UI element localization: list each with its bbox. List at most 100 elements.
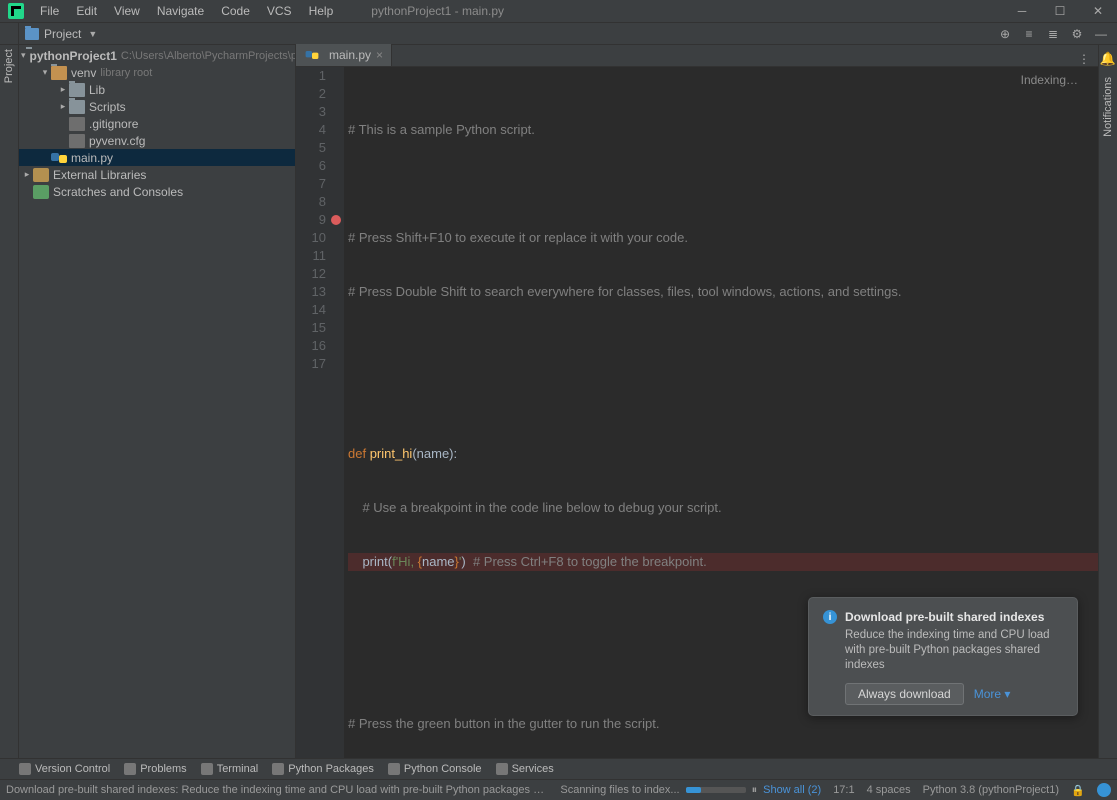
indexing-hint: Indexing… bbox=[1021, 71, 1078, 89]
editor-tab-mainpy[interactable]: main.py × bbox=[296, 44, 392, 66]
line-number[interactable]: 13 bbox=[296, 283, 344, 301]
status-progress: Scanning files to index... ⏸ Show all (2… bbox=[560, 784, 821, 797]
menu-help[interactable]: Help bbox=[301, 1, 342, 21]
indent-config[interactable]: 4 spaces bbox=[867, 784, 911, 796]
tree-scratches[interactable]: Scratches and Consoles bbox=[19, 183, 295, 200]
main-menu: File Edit View Navigate Code VCS Help bbox=[32, 1, 341, 21]
python-file-icon bbox=[306, 49, 319, 60]
bottom-tool-window-bar: Version Control Problems Terminal Python… bbox=[0, 758, 1117, 779]
line-number[interactable]: 11 bbox=[296, 247, 344, 265]
tree-label: Scratches and Consoles bbox=[53, 185, 183, 199]
line-number[interactable]: 15 bbox=[296, 319, 344, 337]
tool-problems[interactable]: Problems bbox=[124, 763, 186, 775]
tree-label: main.py bbox=[71, 151, 113, 165]
tree-lib[interactable]: ▸ Lib bbox=[19, 81, 295, 98]
line-number[interactable]: 9 bbox=[296, 211, 344, 229]
tree-venv[interactable]: ▾ venv library root bbox=[19, 64, 295, 81]
tool-services[interactable]: Services bbox=[496, 763, 554, 775]
line-number[interactable]: 6 bbox=[296, 157, 344, 175]
menu-vcs[interactable]: VCS bbox=[259, 1, 300, 21]
tree-mainpy[interactable]: main.py bbox=[19, 149, 295, 166]
python-file-icon bbox=[51, 151, 67, 165]
project-toolbar: Project ▼ ⊕ ≡ ≣ ⚙ — bbox=[0, 23, 1117, 45]
hide-panel-icon[interactable]: — bbox=[1093, 26, 1109, 42]
folder-icon bbox=[69, 100, 85, 114]
collapsed-arrow-icon[interactable]: ▸ bbox=[57, 101, 69, 112]
line-number[interactable]: 7 bbox=[296, 175, 344, 193]
code-with-me-icon[interactable] bbox=[1097, 783, 1111, 797]
info-icon: i bbox=[823, 610, 837, 624]
more-link[interactable]: More ▾ bbox=[974, 687, 1011, 701]
dropdown-arrow-icon: ▼ bbox=[88, 29, 97, 39]
pycharm-app-icon bbox=[8, 3, 24, 19]
tree-label: .gitignore bbox=[89, 117, 138, 131]
line-number[interactable]: 12 bbox=[296, 265, 344, 283]
line-number[interactable]: 16 bbox=[296, 337, 344, 355]
tool-python-console[interactable]: Python Console bbox=[388, 763, 482, 775]
lock-icon[interactable]: 🔒 bbox=[1071, 783, 1085, 797]
project-folder-icon bbox=[25, 28, 39, 40]
show-all-link[interactable]: Show all (2) bbox=[763, 784, 821, 796]
tree-label: Scripts bbox=[89, 100, 126, 114]
breakpoint-icon[interactable] bbox=[331, 215, 341, 225]
services-icon bbox=[496, 763, 508, 775]
editor-area: main.py × ⋮ 1 2 3 4 5 6 7 8 9 10 11 12 1… bbox=[296, 45, 1098, 758]
tree-label: pythonProject1 bbox=[30, 49, 117, 63]
notifications-bell-icon[interactable]: 🔔 bbox=[1100, 51, 1116, 67]
tree-pyvenvcfg[interactable]: pyvenv.cfg bbox=[19, 132, 295, 149]
line-number[interactable]: 8 bbox=[296, 193, 344, 211]
tree-external-libraries[interactable]: ▸ External Libraries bbox=[19, 166, 295, 183]
line-number[interactable]: 3 bbox=[296, 103, 344, 121]
always-download-button[interactable]: Always download bbox=[845, 683, 964, 705]
window-title: pythonProject1 - main.py bbox=[341, 4, 1003, 18]
menu-view[interactable]: View bbox=[106, 1, 148, 21]
project-path-hint: C:\Users\Alberto\PycharmProjects\pythonP… bbox=[121, 50, 296, 62]
progress-bar bbox=[686, 787, 746, 793]
right-stripe-notifications-tab[interactable]: Notifications bbox=[1102, 73, 1114, 141]
tool-terminal[interactable]: Terminal bbox=[201, 763, 259, 775]
expand-arrow-icon[interactable]: ▾ bbox=[39, 67, 51, 78]
pause-icon[interactable]: ⏸ bbox=[752, 784, 758, 797]
tool-python-packages[interactable]: Python Packages bbox=[272, 763, 374, 775]
collapsed-arrow-icon[interactable]: ▸ bbox=[57, 84, 69, 95]
status-bar: Download pre-built shared indexes: Reduc… bbox=[0, 779, 1117, 800]
left-gutter-stripe bbox=[0, 23, 19, 44]
tree-label: External Libraries bbox=[53, 168, 146, 182]
minimize-button[interactable]: ─ bbox=[1003, 0, 1041, 23]
close-button[interactable]: ✕ bbox=[1079, 0, 1117, 23]
file-icon bbox=[69, 134, 85, 148]
menu-edit[interactable]: Edit bbox=[68, 1, 105, 21]
venv-hint: library root bbox=[100, 67, 152, 79]
menu-code[interactable]: Code bbox=[213, 1, 258, 21]
tab-more-icon[interactable]: ⋮ bbox=[1070, 52, 1098, 66]
project-view-selector[interactable]: Project ▼ bbox=[19, 27, 997, 41]
line-number[interactable]: 10 bbox=[296, 229, 344, 247]
tree-project-root[interactable]: ▾ pythonProject1 C:\Users\Alberto\Pychar… bbox=[19, 47, 295, 64]
line-number[interactable]: 17 bbox=[296, 355, 344, 373]
expand-all-icon[interactable]: ≡ bbox=[1021, 26, 1037, 42]
problems-icon bbox=[124, 763, 136, 775]
line-number[interactable]: 14 bbox=[296, 301, 344, 319]
line-number[interactable]: 2 bbox=[296, 85, 344, 103]
collapse-all-icon[interactable]: ≣ bbox=[1045, 26, 1061, 42]
caret-position[interactable]: 17:1 bbox=[833, 784, 854, 796]
line-number[interactable]: 4 bbox=[296, 121, 344, 139]
tree-gitignore[interactable]: .gitignore bbox=[19, 115, 295, 132]
maximize-button[interactable]: ☐ bbox=[1041, 0, 1079, 23]
line-number[interactable]: 5 bbox=[296, 139, 344, 157]
gear-icon[interactable]: ⚙ bbox=[1069, 26, 1085, 42]
close-tab-icon[interactable]: × bbox=[376, 48, 383, 62]
main-area: Project ▾ pythonProject1 C:\Users\Albert… bbox=[0, 45, 1117, 758]
tree-scripts[interactable]: ▸ Scripts bbox=[19, 98, 295, 115]
menu-file[interactable]: File bbox=[32, 1, 67, 21]
menu-navigate[interactable]: Navigate bbox=[149, 1, 212, 21]
locate-icon[interactable]: ⊕ bbox=[997, 26, 1013, 42]
expand-arrow-icon[interactable]: ▾ bbox=[21, 50, 26, 61]
left-stripe-project-tab[interactable]: Project bbox=[3, 45, 15, 87]
download-indexes-popup: i Download pre-built shared indexes Redu… bbox=[808, 597, 1078, 716]
tool-version-control[interactable]: Version Control bbox=[19, 763, 110, 775]
collapsed-arrow-icon[interactable]: ▸ bbox=[21, 169, 33, 180]
line-number[interactable]: 1 bbox=[296, 67, 344, 85]
editor-gutter[interactable]: 1 2 3 4 5 6 7 8 9 10 11 12 13 14 15 16 1… bbox=[296, 67, 344, 758]
python-interpreter[interactable]: Python 3.8 (pythonProject1) bbox=[923, 784, 1059, 796]
